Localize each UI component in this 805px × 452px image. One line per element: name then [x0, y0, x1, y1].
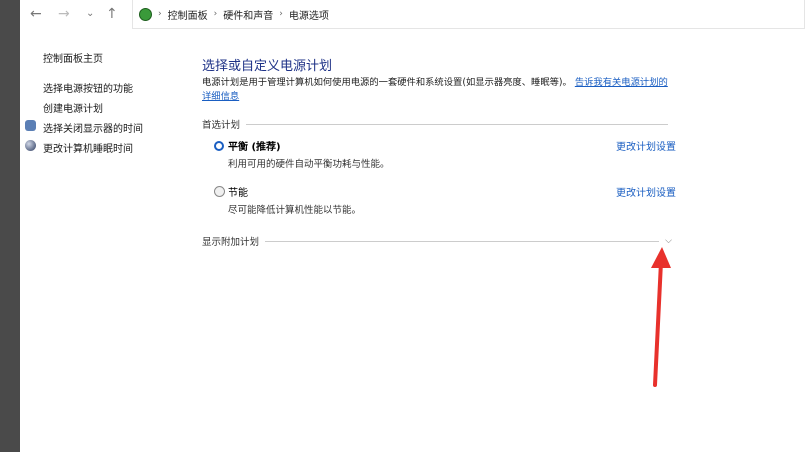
- red-annotation-arrow: [651, 247, 671, 387]
